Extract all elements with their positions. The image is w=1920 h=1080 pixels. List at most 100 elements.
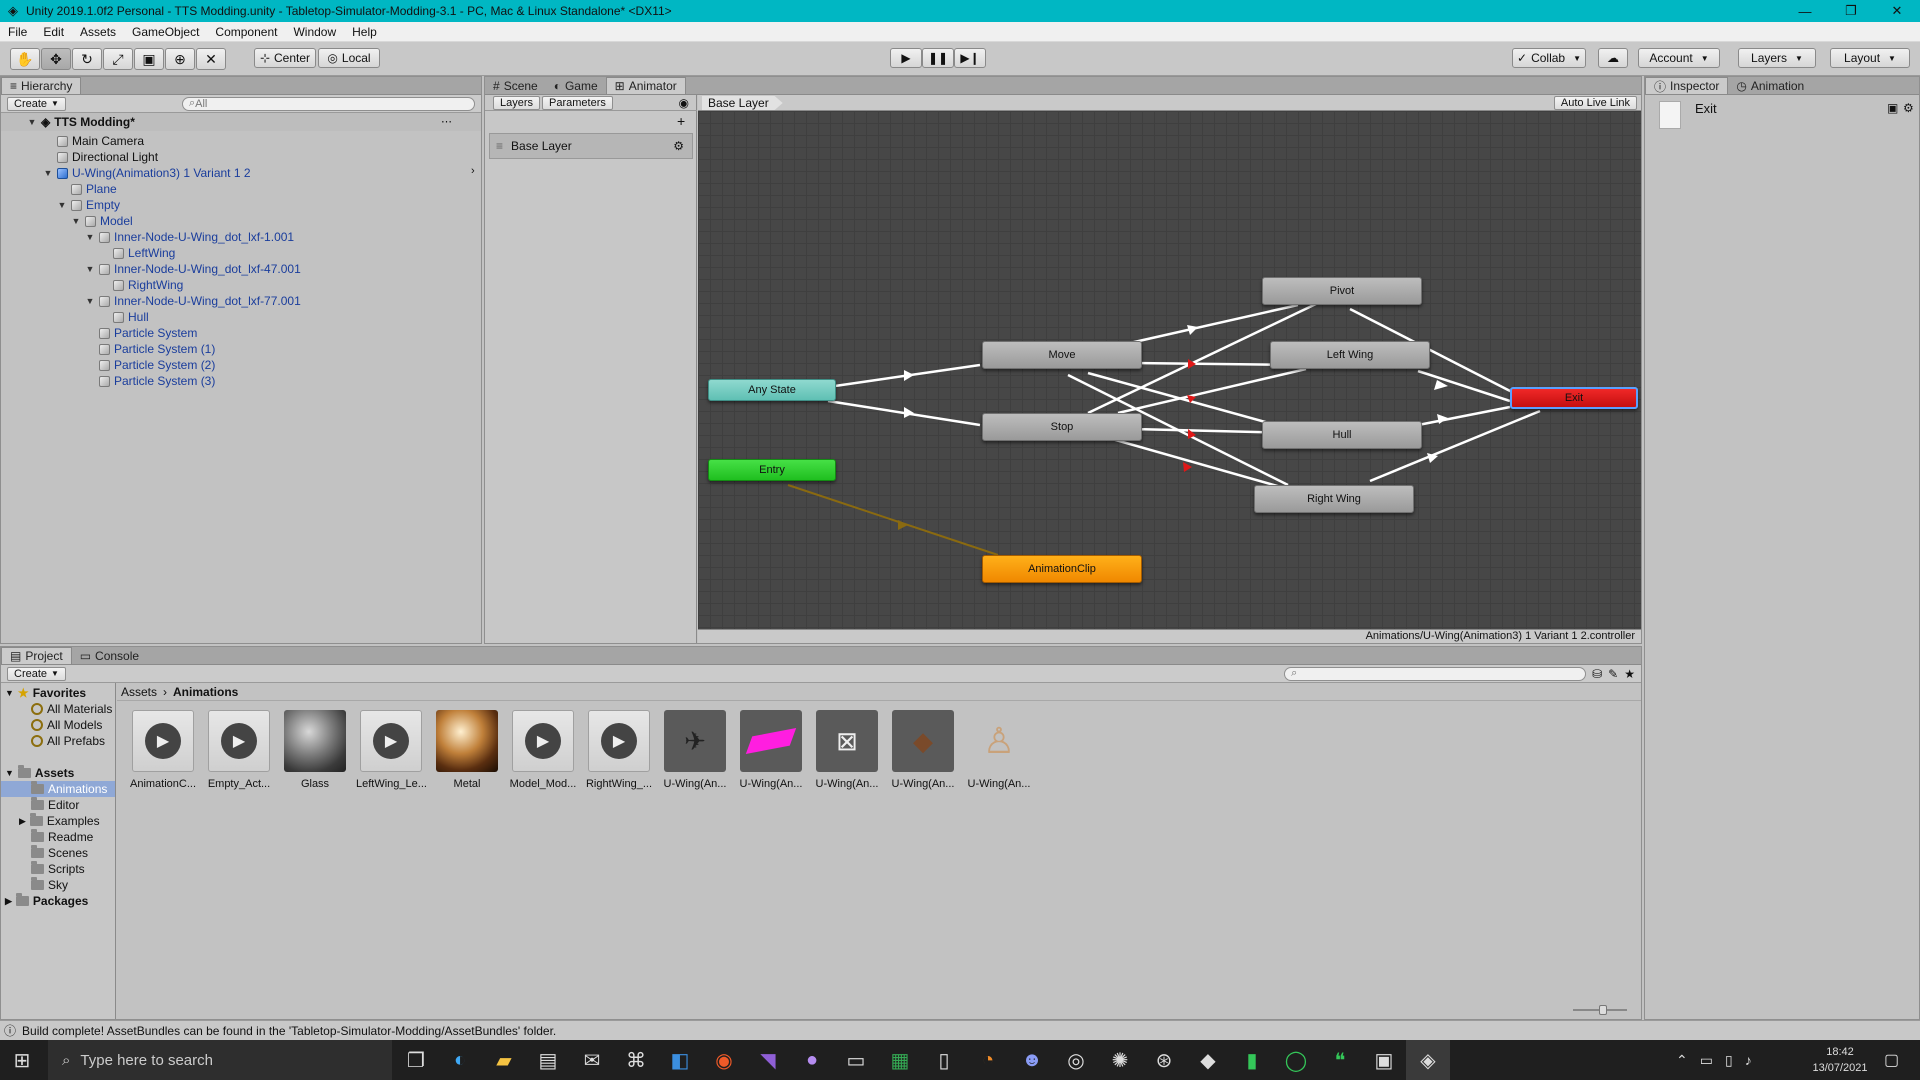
- account-dropdown[interactable]: Account ▼: [1638, 48, 1720, 68]
- asset-item[interactable]: Glass: [280, 710, 350, 790]
- tab-game[interactable]: ◐ Game: [546, 77, 606, 94]
- terminal-icon[interactable]: ▭: [834, 1040, 878, 1080]
- collab-button[interactable]: ✓ Collab ▼: [1512, 48, 1586, 68]
- left-wing-state-node[interactable]: Left Wing: [1270, 341, 1430, 369]
- hierarchy-item[interactable]: RightWing: [113, 277, 183, 293]
- windows-start-icon[interactable]: ⊞: [0, 1040, 44, 1080]
- help-icon[interactable]: ▣: [1887, 101, 1898, 115]
- settings-app-icon[interactable]: ✺: [1098, 1040, 1142, 1080]
- folder-item-examples[interactable]: ▶ Examples: [19, 813, 100, 829]
- asset-item[interactable]: ▶ AnimationC...: [128, 710, 198, 790]
- hierarchy-item[interactable]: Directional Light: [57, 149, 158, 165]
- obs-icon[interactable]: ◎: [1054, 1040, 1098, 1080]
- move-state-node[interactable]: Move: [982, 341, 1142, 369]
- layers-tab[interactable]: Layers: [493, 95, 541, 110]
- asset-item[interactable]: ▶ Empty_Act...: [204, 710, 274, 790]
- eye-icon[interactable]: ◉: [679, 96, 689, 110]
- document-icon[interactable]: ▯: [922, 1040, 966, 1080]
- github-desktop-icon[interactable]: ●: [790, 1040, 834, 1080]
- chevron-up-icon[interactable]: ⌃: [1676, 1052, 1688, 1069]
- pivot-center-button[interactable]: ⊹ Center: [254, 48, 316, 68]
- edge-browser-icon[interactable]: ◐: [438, 1040, 482, 1080]
- cloud-button[interactable]: ☁: [1598, 48, 1628, 68]
- favorite-item[interactable]: All Prefabs: [31, 733, 105, 749]
- folder-item-animations[interactable]: Animations: [1, 781, 115, 797]
- vs-code-icon[interactable]: ◧: [658, 1040, 702, 1080]
- expand-arrow-icon[interactable]: ▼: [85, 296, 95, 306]
- expand-arrow-icon[interactable]: ▼: [85, 232, 95, 242]
- menu-component[interactable]: Component: [207, 25, 285, 39]
- transform-tool-icon[interactable]: ⊕: [165, 48, 195, 70]
- tab-animator[interactable]: ⊞ Animator: [605, 77, 686, 94]
- state-machine-graph[interactable]: Any State Entry Move Stop Pivot Left Win…: [698, 111, 1641, 629]
- asset-item[interactable]: ▶ LeftWing_Le...: [356, 710, 427, 790]
- parameters-tab[interactable]: Parameters: [542, 95, 613, 110]
- expand-arrow-icon[interactable]: ▼: [85, 264, 95, 274]
- expand-arrow-icon[interactable]: ▼: [5, 688, 14, 698]
- hierarchy-item[interactable]: ▼ Model: [71, 213, 133, 229]
- favorites-header[interactable]: ▼ ★ Favorites: [5, 685, 86, 701]
- hangouts-icon[interactable]: ❝: [1318, 1040, 1362, 1080]
- hierarchy-item[interactable]: Particle System: [99, 325, 197, 341]
- animation-clip-state-node[interactable]: AnimationClip: [982, 555, 1142, 583]
- tab-hierarchy[interactable]: ≡ Hierarchy: [1, 77, 82, 94]
- transition-leftwing-exit[interactable]: [1417, 369, 1511, 403]
- taskbar-clock[interactable]: 18:42 13/07/2021: [1800, 1044, 1880, 1076]
- asset-item[interactable]: ✈ U-Wing(An...: [660, 710, 730, 790]
- menu-gameobject[interactable]: GameObject: [124, 25, 207, 39]
- tab-project[interactable]: ▤ Project: [1, 647, 72, 664]
- zoom-slider-thumb[interactable]: [1599, 1005, 1607, 1015]
- gear-icon[interactable]: ⚙: [673, 139, 684, 153]
- discord-icon[interactable]: ☻: [1010, 1040, 1054, 1080]
- hierarchy-item[interactable]: Plane: [71, 181, 117, 197]
- battery-icon[interactable]: ▯: [1725, 1052, 1733, 1069]
- gear-icon[interactable]: ⚙: [1903, 101, 1914, 115]
- menu-window[interactable]: Window: [285, 25, 344, 39]
- pivot-local-button[interactable]: ◎ Local: [318, 48, 380, 68]
- chevron-right-icon[interactable]: ›: [471, 165, 475, 177]
- favorite-item[interactable]: All Models: [31, 717, 102, 733]
- expand-arrow-icon[interactable]: ▶: [5, 896, 12, 907]
- asset-item[interactable]: ◆ U-Wing(An...: [888, 710, 958, 790]
- hierarchy-item[interactable]: Main Camera: [57, 133, 144, 149]
- scale-tool-icon[interactable]: ⤢: [103, 48, 133, 70]
- close-button[interactable]: ✕: [1874, 0, 1920, 22]
- menu-help[interactable]: Help: [344, 25, 385, 39]
- hierarchy-item[interactable]: ▼ Inner-Node-U-Wing_dot_lxf-1.001: [85, 229, 295, 245]
- transition-hull-exit[interactable]: [1407, 405, 1511, 429]
- hand-tool-icon[interactable]: ✋: [10, 48, 40, 70]
- hierarchy-item[interactable]: ▼ Inner-Node-U-Wing_dot_lxf-47.001: [85, 261, 301, 277]
- visual-studio-icon[interactable]: ◥: [746, 1040, 790, 1080]
- asset-item[interactable]: U-Wing(An...: [736, 710, 806, 790]
- add-layer-icon[interactable]: +: [677, 113, 685, 129]
- expand-arrow-icon[interactable]: ▼: [71, 216, 81, 226]
- rotate-tool-icon[interactable]: ↻: [72, 48, 102, 70]
- hierarchy-item[interactable]: ▼ U-Wing(Animation3) 1 Variant 1 2: [43, 165, 251, 181]
- unity-hub-icon[interactable]: ◆: [1186, 1040, 1230, 1080]
- menu-file[interactable]: File: [0, 25, 35, 39]
- steam-icon[interactable]: ⊛: [1142, 1040, 1186, 1080]
- taskbar-search-input[interactable]: ⌕ Type here to search: [48, 1040, 392, 1080]
- packages-root[interactable]: ▶ Packages: [5, 893, 88, 909]
- expand-arrow-icon[interactable]: ▼: [57, 200, 67, 210]
- git-icon[interactable]: ◉: [702, 1040, 746, 1080]
- pause-button[interactable]: ❚❚: [922, 48, 954, 68]
- asset-item[interactable]: ▶ RightWing_...: [584, 710, 654, 790]
- star-icon[interactable]: ★: [1624, 667, 1635, 681]
- menu-edit[interactable]: Edit: [35, 25, 72, 39]
- asset-item[interactable]: Metal: [432, 710, 502, 790]
- tab-console[interactable]: ▭ Console: [72, 647, 147, 664]
- transition-entry-animationclip[interactable]: [787, 484, 999, 556]
- folder-item-sky[interactable]: Sky: [31, 877, 68, 893]
- chat-app-icon[interactable]: ▮: [1230, 1040, 1274, 1080]
- layout-dropdown[interactable]: Layout ▼: [1830, 48, 1910, 68]
- hierarchy-item[interactable]: Hull: [113, 309, 149, 325]
- menu-assets[interactable]: Assets: [72, 25, 124, 39]
- asset-item[interactable]: ♙ U-Wing(An...: [964, 710, 1034, 790]
- asset-item[interactable]: ⊠ U-Wing(An...: [812, 710, 882, 790]
- project-create-button[interactable]: Create ▼: [7, 666, 66, 681]
- status-bar[interactable]: ⓘ Build complete! AssetBundles can be fo…: [0, 1020, 1920, 1040]
- scene-header-row[interactable]: ▼ ◈ TTS Modding* ⋯: [1, 113, 481, 131]
- custom-tool-icon[interactable]: ✕: [196, 48, 226, 70]
- hierarchy-item[interactable]: ▼ Inner-Node-U-Wing_dot_lxf-77.001: [85, 293, 301, 309]
